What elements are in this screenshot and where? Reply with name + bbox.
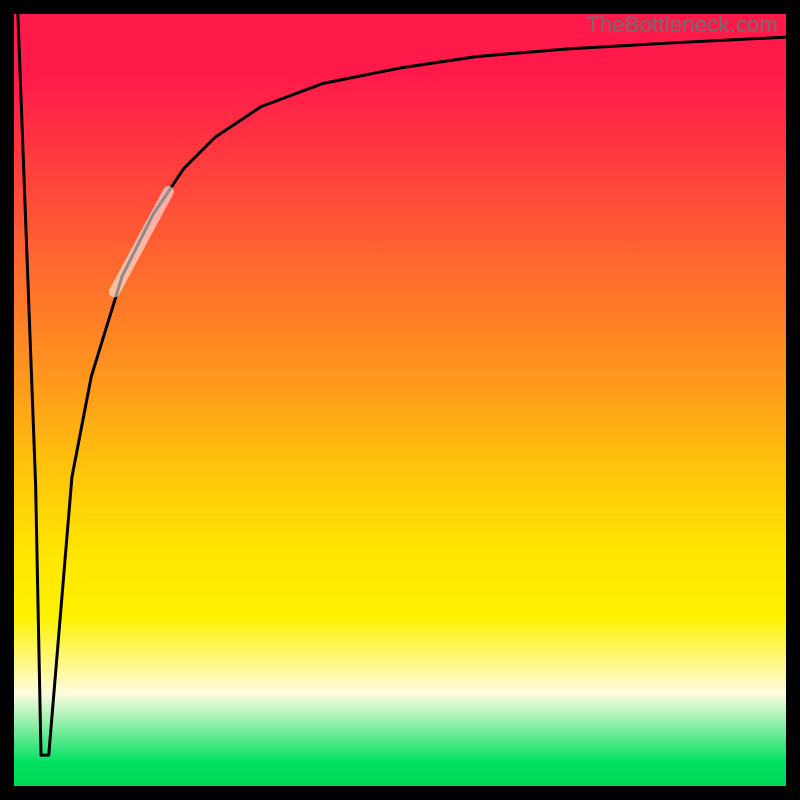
chart-curve-svg — [14, 14, 786, 786]
chart-frame: TheBottleneck.com — [0, 0, 800, 800]
bottleneck-curve — [18, 14, 786, 755]
highlight-segment — [114, 192, 168, 292]
chart-plot-area: TheBottleneck.com — [14, 14, 786, 786]
